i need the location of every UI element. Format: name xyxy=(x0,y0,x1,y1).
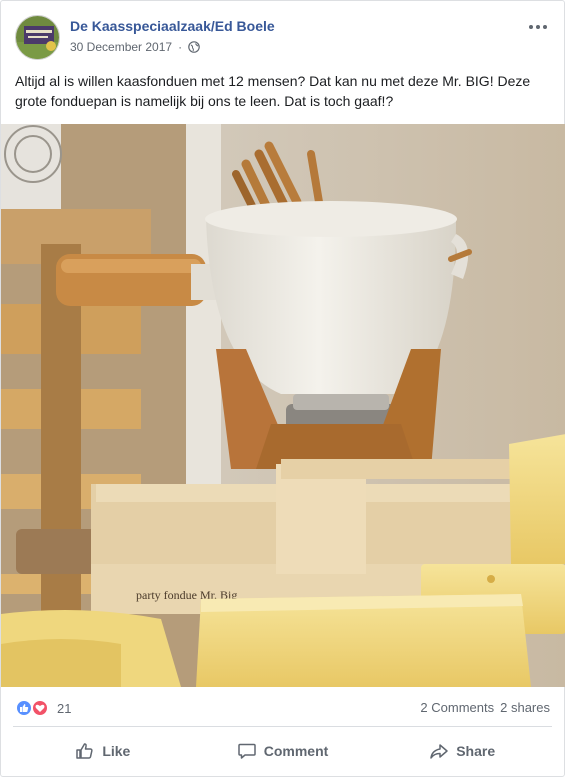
post-header: De Kaasspeciaalzaak/Ed Boele 30 December… xyxy=(15,15,550,61)
share-icon xyxy=(430,744,448,759)
like-button[interactable]: Like xyxy=(13,733,193,769)
share-label: Share xyxy=(456,743,496,759)
comments-count-link[interactable]: 2 Comments xyxy=(420,700,494,715)
reaction-count: 21 xyxy=(57,700,72,716)
reaction-summary[interactable]: 21 xyxy=(15,696,71,720)
post-text: Altijd al is willen kaasfonduen met 12 m… xyxy=(15,73,531,109)
post-photo[interactable]: party fondue Mr. Big xyxy=(1,124,565,687)
more-options-icon[interactable] xyxy=(526,17,550,37)
post-card: De Kaasspeciaalzaak/Ed Boele 30 December… xyxy=(0,0,565,777)
comment-icon xyxy=(237,743,256,759)
love-reaction-icon xyxy=(31,699,49,717)
post-meta: 30 December 2017 · xyxy=(70,40,200,54)
post-date[interactable]: 30 December 2017 xyxy=(70,40,172,54)
like-reaction-icon xyxy=(15,699,33,717)
comment-button[interactable]: Comment xyxy=(193,733,373,769)
shares-count-link[interactable]: 2 shares xyxy=(500,700,550,715)
share-button[interactable]: Share xyxy=(372,733,552,769)
page-name-link[interactable]: De Kaasspeciaalzaak/Ed Boele xyxy=(70,18,275,34)
post-stats: 2 Comments 2 shares xyxy=(420,700,550,715)
actions-divider xyxy=(13,726,552,727)
page-avatar[interactable] xyxy=(15,15,60,60)
globe-icon xyxy=(188,41,200,53)
like-label: Like xyxy=(102,743,131,759)
thumbs-up-icon xyxy=(76,743,93,759)
meta-separator: · xyxy=(178,40,183,54)
comment-label: Comment xyxy=(263,743,329,759)
post-actions: Like Comment Share xyxy=(13,733,552,769)
